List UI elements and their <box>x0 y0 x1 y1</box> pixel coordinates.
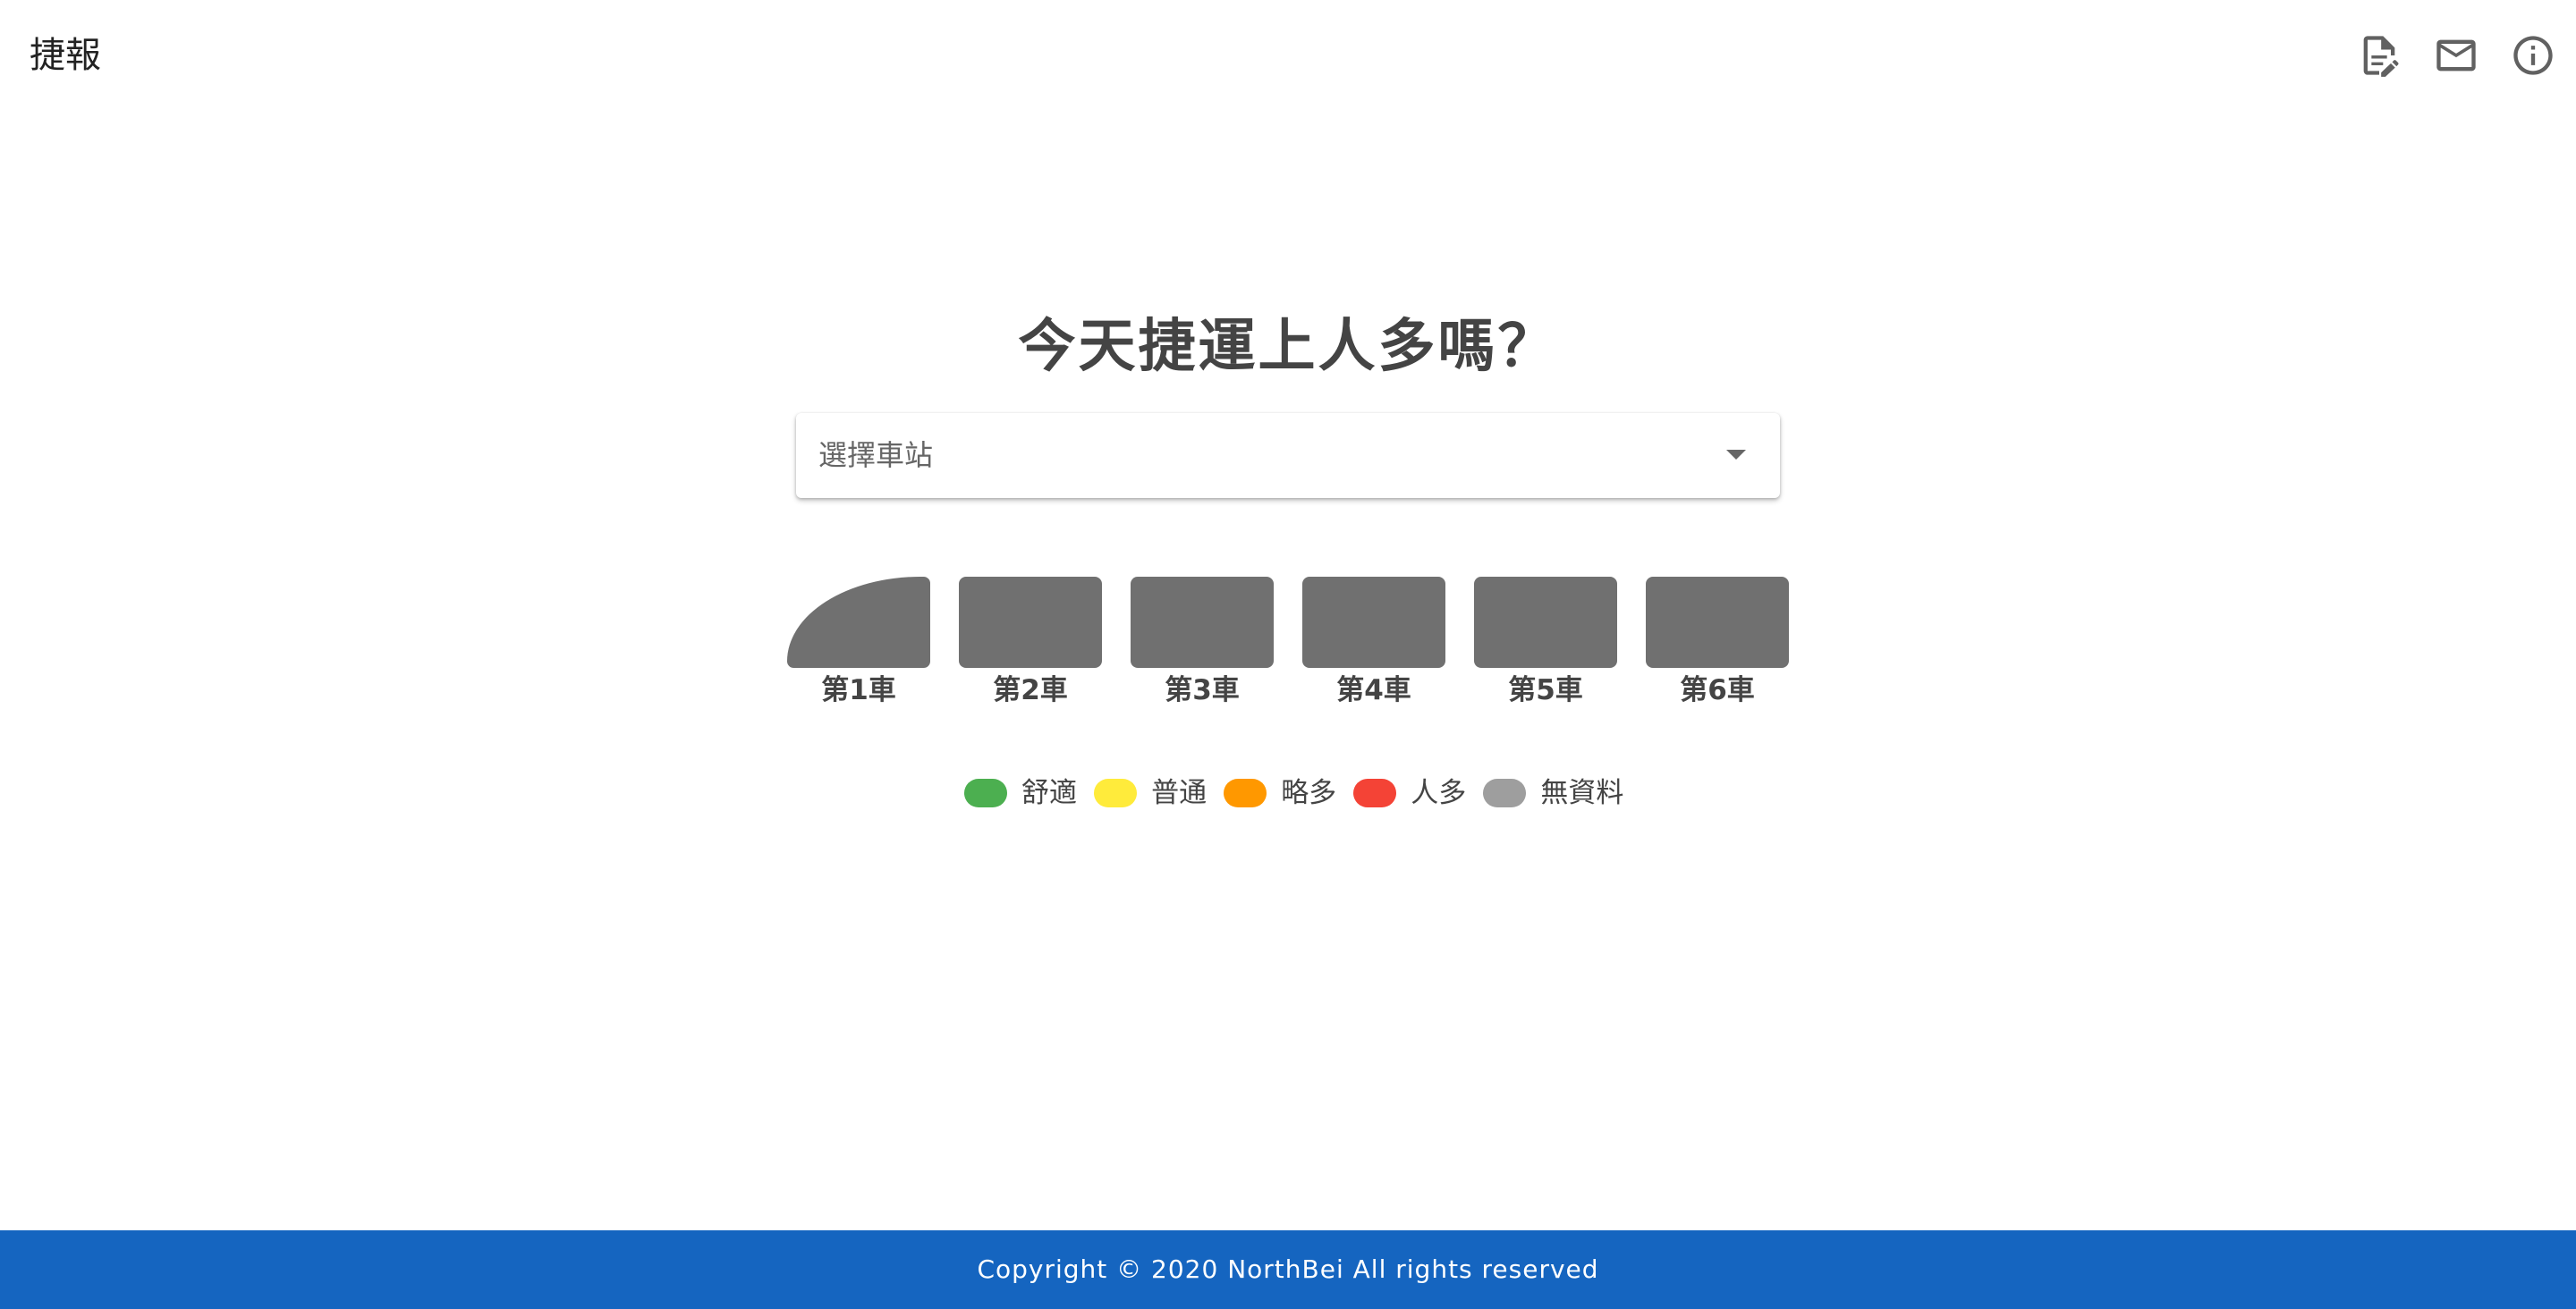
train-car-4[interactable]: 第4車 <box>1302 577 1445 706</box>
train-car-body <box>787 577 930 668</box>
legend-item-normal: 普通 <box>1094 771 1207 815</box>
legend-label: 人多 <box>1411 777 1467 809</box>
train-car-body <box>1131 577 1274 668</box>
legend-swatch <box>1094 779 1138 807</box>
train-car-5[interactable]: 第5車 <box>1474 577 1617 706</box>
legend-label: 略多 <box>1281 777 1337 809</box>
mail-icon-graphic <box>2436 39 2476 72</box>
footer: Copyright © 2020 NorthBei All rights res… <box>0 1230 2576 1309</box>
train-car-label: 第6車 <box>1680 674 1755 706</box>
train-car-label: 第1車 <box>821 674 896 706</box>
legend-label: 舒適 <box>1021 777 1077 809</box>
train-car-3[interactable]: 第3車 <box>1131 577 1274 706</box>
copyright-text: Copyright © 2020 NorthBei All rights res… <box>977 1254 1599 1284</box>
legend-label: 無資料 <box>1540 777 1624 809</box>
legend-item-somewhat-crowded: 略多 <box>1224 771 1336 815</box>
edit-document-icon-graphic <box>2363 36 2399 77</box>
legend-swatch <box>1483 779 1527 807</box>
legend-item-crowded: 人多 <box>1353 771 1466 815</box>
page-heading: 今天捷運上人多嗎？ <box>1018 314 1558 380</box>
mail-icon[interactable] <box>2433 32 2479 79</box>
train-car-1[interactable]: 第1車 <box>787 577 930 706</box>
train-car-body <box>1302 577 1445 668</box>
legend-swatch <box>1224 779 1267 807</box>
legend-item-comfortable: 舒適 <box>964 771 1077 815</box>
info-icon-graphic <box>2513 36 2553 75</box>
train-car-label: 第2車 <box>993 674 1068 706</box>
app-root: 捷報 今天捷運上人多嗎？ 選擇車站 第1車 第2車 第3車 第4車 第5車 第6… <box>0 0 2576 1309</box>
train-car-body <box>959 577 1102 668</box>
station-select-placeholder: 選擇車站 <box>818 438 934 472</box>
dropdown-caret-icon <box>1726 450 1746 460</box>
train-car-body <box>1646 577 1789 668</box>
top-bar: 捷報 <box>0 0 2576 113</box>
legend-swatch <box>1353 779 1397 807</box>
train-car-6[interactable]: 第6車 <box>1646 577 1789 706</box>
station-select[interactable]: 選擇車站 <box>796 413 1780 498</box>
train-cars: 第1車 第2車 第3車 第4車 第5車 第6車 <box>787 577 1789 711</box>
legend-swatch <box>964 779 1007 807</box>
train-car-2[interactable]: 第2車 <box>959 577 1102 706</box>
app-title[interactable]: 捷報 <box>30 30 101 80</box>
train-car-body <box>1474 577 1617 668</box>
legend-label: 普通 <box>1151 777 1208 809</box>
info-icon[interactable] <box>2510 32 2556 79</box>
legend-item-no-data: 無資料 <box>1483 771 1623 815</box>
train-car-label: 第3車 <box>1165 674 1240 706</box>
train-car-label: 第5車 <box>1508 674 1583 706</box>
crowd-legend: 舒適 普通 略多 人多 無資料 <box>964 771 1636 815</box>
train-car-label: 第4車 <box>1336 674 1411 706</box>
edit-document-icon[interactable] <box>2356 32 2402 79</box>
